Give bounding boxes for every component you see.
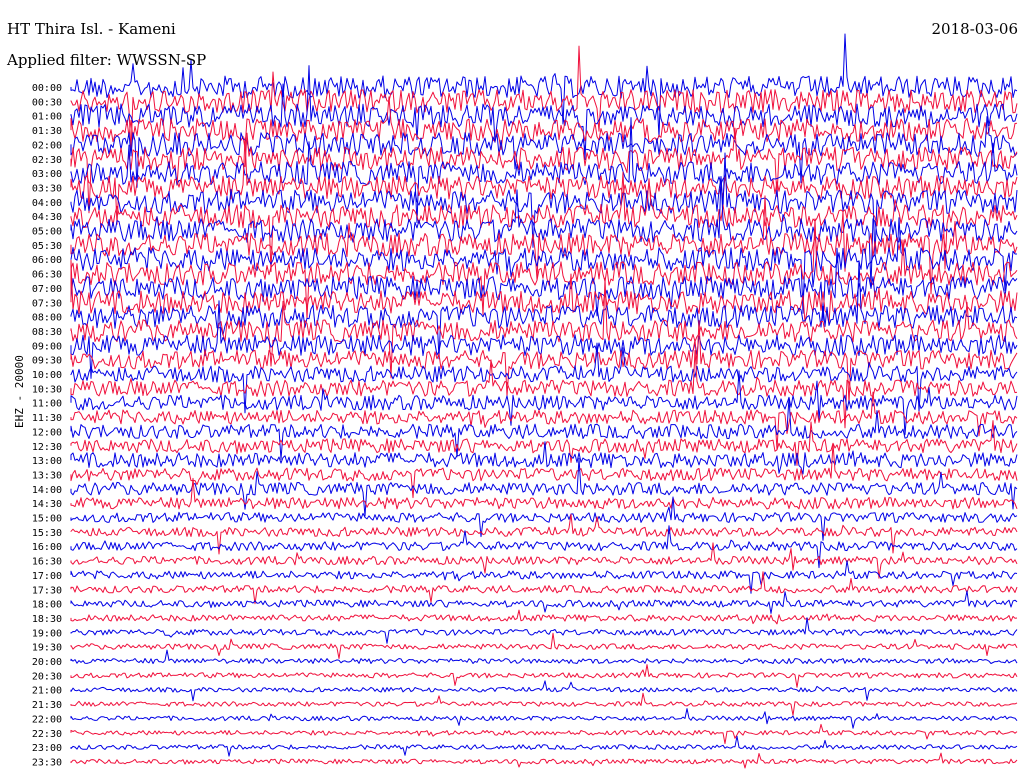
tick-label-1500: 15:00 [32, 514, 62, 525]
trace-1630 [70, 542, 1018, 579]
tick-label-0030: 00:30 [32, 97, 62, 108]
tick-label-2330: 23:30 [32, 757, 62, 768]
trace-0030 [70, 45, 1018, 152]
tick-label-0630: 06:30 [32, 270, 62, 281]
tick-label-0500: 05:00 [32, 227, 62, 238]
tick-label-1300: 13:00 [32, 456, 62, 467]
helicorder-plot: 00:00 00:30 01:00 01:30 02:00 02:30 03:00 03:30… [32, 33, 1018, 769]
trace-1800 [70, 590, 1018, 614]
tick-label-1000: 10:00 [32, 370, 62, 381]
trace-2230 [70, 723, 1018, 745]
tick-label-0400: 04:00 [32, 198, 62, 209]
tick-label-0430: 04:30 [32, 212, 62, 223]
tick-label-1800: 18:00 [32, 600, 62, 611]
tick-label-0800: 08:00 [32, 313, 62, 324]
tick-label-1400: 14:00 [32, 485, 62, 496]
trace-2100 [70, 680, 1018, 702]
seismic-traces [70, 33, 1018, 769]
tick-label-1130: 11:30 [32, 413, 62, 424]
tick-label-1930: 19:30 [32, 643, 62, 654]
trace-2200 [70, 708, 1018, 729]
trace-1730 [70, 571, 1018, 605]
trace-1930 [70, 632, 1018, 659]
tick-label-1330: 13:30 [32, 470, 62, 481]
trace-2330 [70, 752, 1018, 769]
station-title: HT Thira Isl. - Kameni [7, 20, 176, 38]
trace-1830 [70, 609, 1018, 625]
trace-0600 [70, 217, 1017, 314]
tick-label-0730: 07:30 [32, 298, 62, 309]
tick-label-0130: 01:30 [32, 126, 62, 137]
tick-label-0200: 02:00 [32, 140, 62, 151]
tick-label-0700: 07:00 [32, 284, 62, 295]
tick-label-0330: 03:30 [32, 183, 62, 194]
tick-label-1600: 16:00 [32, 542, 62, 553]
tick-label-2000: 20:00 [32, 657, 62, 668]
tick-label-1030: 10:30 [32, 384, 62, 395]
tick-label-0300: 03:00 [32, 169, 62, 180]
trace-1500 [70, 496, 1018, 541]
trace-2000 [70, 649, 1018, 665]
trace-2300 [70, 735, 1018, 757]
tick-label-2030: 20:30 [32, 671, 62, 682]
tick-label-1900: 19:00 [32, 628, 62, 639]
tick-label-2200: 22:00 [32, 714, 62, 725]
tick-label-1230: 12:30 [32, 442, 62, 453]
tick-label-0830: 08:30 [32, 327, 62, 338]
tick-label-1630: 16:30 [32, 557, 62, 568]
tick-label-1100: 11:00 [32, 399, 62, 410]
tick-label-0530: 05:30 [32, 241, 62, 252]
tick-label-1700: 17:00 [32, 571, 62, 582]
tick-label-0230: 02:30 [32, 155, 62, 166]
tick-label-1200: 12:00 [32, 427, 62, 438]
tick-label-0100: 01:00 [32, 112, 62, 123]
trace-1030 [70, 350, 1018, 429]
tick-label-1430: 14:30 [32, 499, 62, 510]
tick-label-0000: 00:00 [32, 83, 62, 94]
tick-label-2300: 23:00 [32, 743, 62, 754]
trace-2130 [70, 692, 1018, 716]
tick-label-1730: 17:30 [32, 585, 62, 596]
date-label: 2018-03-06 [931, 20, 1018, 38]
tick-label-2130: 21:30 [32, 700, 62, 711]
tick-label-2230: 22:30 [32, 729, 62, 740]
tick-label-0900: 09:00 [32, 341, 62, 352]
tick-label-1530: 15:30 [32, 528, 62, 539]
filter-label: Applied filter: WWSSN-SP [7, 51, 207, 69]
trace-0700 [70, 247, 1018, 322]
tick-label-2100: 21:00 [32, 686, 62, 697]
tick-label-1830: 18:30 [32, 614, 62, 625]
channel-axis-label: EHZ - 20000 [13, 355, 26, 428]
tick-label-0930: 09:30 [32, 356, 62, 367]
tick-label-0600: 06:00 [32, 255, 62, 266]
time-tick-labels: 00:00 00:30 01:00 01:30 02:00 02:30 03:00 03:30… [32, 83, 62, 768]
